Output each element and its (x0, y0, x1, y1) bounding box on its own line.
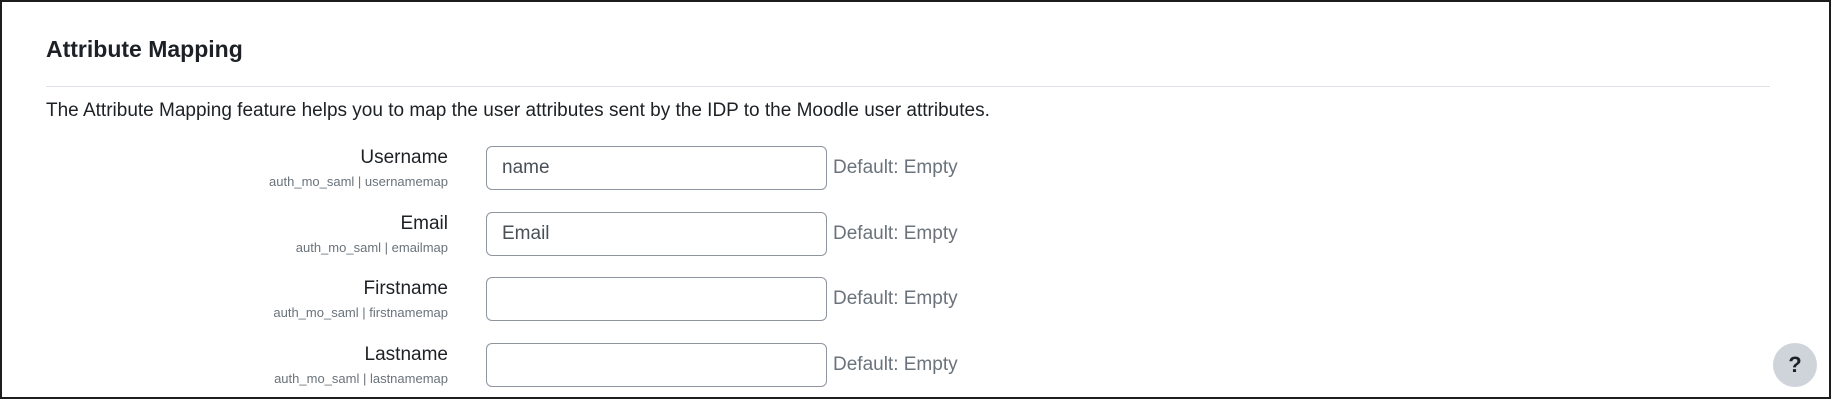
setting-label-block: Username auth_mo_saml | usernamemap (28, 145, 448, 191)
page-frame: Attribute Mapping The Attribute Mapping … (0, 0, 1831, 399)
setting-row-username: Username auth_mo_saml | usernamemap Defa… (2, 145, 1102, 205)
help-button[interactable]: ? (1773, 343, 1817, 387)
section-divider (46, 86, 1770, 87)
setting-row-lastname: Lastname auth_mo_saml | lastnamemap Defa… (2, 342, 1102, 402)
setting-label-username: Username (360, 147, 448, 168)
lastname-map-input[interactable] (486, 343, 827, 387)
setting-id-lastname: auth_mo_saml | lastnamemap (274, 371, 448, 386)
firstname-map-input[interactable] (486, 277, 827, 321)
setting-default-lastname: Default: Empty (833, 354, 958, 375)
setting-default-username: Default: Empty (833, 157, 958, 178)
setting-label-block: Firstname auth_mo_saml | firstnamemap (28, 276, 448, 322)
setting-label-lastname: Lastname (364, 344, 448, 365)
email-map-input[interactable] (486, 212, 827, 256)
setting-row-firstname: Firstname auth_mo_saml | firstnamemap De… (2, 276, 1102, 336)
section-title: Attribute Mapping (46, 36, 243, 62)
setting-row-email: Email auth_mo_saml | emailmap Default: E… (2, 211, 1102, 271)
setting-id-email: auth_mo_saml | emailmap (295, 240, 448, 255)
username-map-input[interactable] (486, 146, 827, 190)
setting-label-block: Email auth_mo_saml | emailmap (28, 211, 448, 257)
setting-default-email: Default: Empty (833, 223, 958, 244)
setting-label-email: Email (400, 213, 448, 234)
question-mark-icon: ? (1788, 352, 1802, 377)
setting-id-username: auth_mo_saml | usernamemap (269, 174, 448, 189)
setting-label-firstname: Firstname (363, 278, 448, 299)
setting-label-block: Lastname auth_mo_saml | lastnamemap (28, 342, 448, 388)
setting-id-firstname: auth_mo_saml | firstnamemap (273, 305, 448, 320)
section-description: The Attribute Mapping feature helps you … (46, 100, 990, 121)
setting-default-firstname: Default: Empty (833, 288, 958, 309)
